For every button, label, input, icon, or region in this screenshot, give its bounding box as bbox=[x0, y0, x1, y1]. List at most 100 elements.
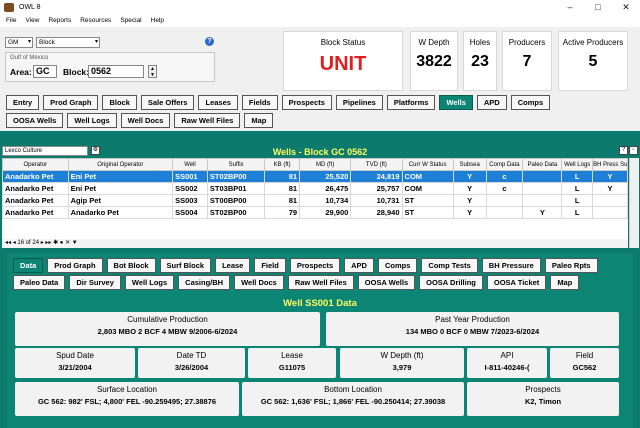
api-label: API bbox=[500, 351, 514, 360]
block-button[interactable]: Block bbox=[102, 95, 137, 110]
col-original-operator[interactable]: Original Operator bbox=[67, 158, 174, 171]
oosa-drilling-button[interactable]: OOSA Drilling bbox=[419, 275, 483, 290]
record-navigator[interactable]: ◂◂ ◂ 16 of 24 ▸ ▸▸ ✱ ● ✕ ▼ bbox=[2, 239, 628, 248]
oosa-wells-button[interactable]: OOSA Wells bbox=[357, 275, 416, 290]
menu-view[interactable]: View bbox=[25, 17, 39, 24]
record-count: 16 of 24 bbox=[17, 240, 40, 246]
map-button[interactable]: Map bbox=[550, 275, 580, 290]
table-row[interactable]: Anadarko Pet Agip Pet SS003 ST00BP00 81 … bbox=[2, 194, 628, 207]
apd-button[interactable]: APD bbox=[344, 258, 374, 273]
raw-well-files-button[interactable]: Raw Well Files bbox=[174, 113, 241, 128]
pipelines-button[interactable]: Pipelines bbox=[335, 95, 383, 110]
field-label: Field bbox=[575, 351, 594, 360]
paleo-rpts-button[interactable]: Paleo Rpts bbox=[544, 258, 598, 273]
prospects-button[interactable]: Prospects bbox=[289, 258, 341, 273]
block-spinner[interactable]: ▲ ▼ bbox=[148, 65, 157, 78]
bot-block-button[interactable]: Bot Block bbox=[106, 258, 156, 273]
prod-graph-button[interactable]: Prod Graph bbox=[43, 95, 99, 110]
help-icon[interactable]: ? bbox=[205, 37, 214, 46]
platforms-button[interactable]: Platforms bbox=[386, 95, 436, 110]
mode-select[interactable]: Block ▾ bbox=[36, 37, 100, 48]
cell bbox=[485, 206, 524, 219]
api-card: API I-811-40246-( bbox=[467, 348, 547, 378]
col-bh-press[interactable]: BH Press Surv bbox=[592, 158, 628, 171]
table-row[interactable]: Anadarko Pet Eni Pet SS002 ST03BP01 81 2… bbox=[2, 182, 628, 195]
oosa-wells-button[interactable]: OOSA Wells bbox=[6, 113, 64, 128]
apd-button[interactable]: APD bbox=[476, 95, 507, 110]
col-paleo-data[interactable]: Paleo Data bbox=[522, 158, 563, 171]
surf-block-button[interactable]: Surf Block bbox=[159, 258, 212, 273]
comps-button[interactable]: Comps bbox=[377, 258, 418, 273]
field-button[interactable]: Field bbox=[254, 258, 286, 273]
well-logs-button[interactable]: Well Logs bbox=[124, 275, 175, 290]
area-select[interactable]: GC bbox=[33, 65, 57, 78]
menu-file[interactable]: File bbox=[6, 17, 16, 24]
block-panel: GM ▾ Block ▾ ? Gulf of Mexico Area: GC Blo… bbox=[0, 27, 640, 131]
menu-reports[interactable]: Reports bbox=[48, 17, 71, 24]
fields-button[interactable]: Fields bbox=[241, 95, 278, 110]
menu-resources[interactable]: Resources bbox=[80, 17, 111, 24]
dir-survey-button[interactable]: Dir Survey bbox=[69, 275, 121, 290]
wells-button[interactable]: Wells bbox=[439, 95, 473, 110]
cell: Eni Pet bbox=[67, 182, 174, 195]
cell: ST03BP01 bbox=[206, 182, 266, 195]
entry-button[interactable]: Entry bbox=[6, 95, 40, 110]
comp-tests-button[interactable]: Comp Tests bbox=[421, 258, 478, 273]
comps-button[interactable]: Comps bbox=[510, 95, 551, 110]
col-well[interactable]: Well bbox=[172, 158, 208, 171]
col-tvd[interactable]: TVD (ft) bbox=[350, 158, 403, 171]
field-value[interactable]: GC562 bbox=[550, 363, 619, 372]
data-button[interactable]: Data bbox=[13, 258, 44, 273]
grid-scrollbar[interactable] bbox=[629, 158, 639, 248]
paleo-data-button[interactable]: Paleo Data bbox=[13, 275, 66, 290]
col-suffix[interactable]: Suffix bbox=[206, 158, 266, 171]
well-docs-button[interactable]: Well Docs bbox=[234, 275, 284, 290]
region-select[interactable]: GM ▾ bbox=[5, 37, 33, 48]
cell: ST02BP00 bbox=[206, 170, 266, 183]
lease-button[interactable]: Lease bbox=[215, 258, 251, 273]
help-icon[interactable]: ? bbox=[619, 146, 628, 155]
leases-button[interactable]: Leases bbox=[198, 95, 238, 110]
sale-offers-button[interactable]: Sale Offers bbox=[140, 95, 195, 110]
detail-nav-row2: Paleo Data Dir Survey Well Logs Casing/B… bbox=[13, 275, 583, 290]
prospects-value[interactable]: K2, Timon bbox=[467, 397, 619, 406]
col-operator[interactable]: Operator bbox=[2, 158, 69, 171]
prod-graph-button[interactable]: Prod Graph bbox=[47, 258, 103, 273]
well-docs-button[interactable]: Well Docs bbox=[120, 113, 171, 128]
col-status[interactable]: Curr W Status bbox=[401, 158, 454, 171]
menu-special[interactable]: Special bbox=[120, 17, 141, 24]
table-row[interactable]: Anadarko Pet Anadarko Pet SS004 ST02BP00… bbox=[2, 206, 628, 219]
cell: 79 bbox=[264, 206, 301, 219]
minimize-button[interactable]: – bbox=[556, 2, 584, 13]
col-well-logs[interactable]: Well Logs bbox=[561, 158, 594, 171]
date-td-card: Date TD 3/26/2004 bbox=[138, 348, 245, 378]
cell: ST02BP00 bbox=[206, 206, 266, 219]
collapse-icon[interactable]: ▫ bbox=[629, 146, 638, 155]
cell: 25,520 bbox=[299, 170, 352, 183]
owl-logo-icon bbox=[4, 2, 14, 12]
menu-bar: File View Reports Resources Special Help bbox=[0, 14, 640, 27]
menu-help[interactable]: Help bbox=[151, 17, 164, 24]
prospects-button[interactable]: Prospects bbox=[281, 95, 332, 110]
table-row[interactable]: Anadarko Pet Eni Pet SS001 ST02BP00 81 2… bbox=[2, 170, 628, 183]
well-logs-button[interactable]: Well Logs bbox=[67, 113, 117, 128]
map-button[interactable]: Map bbox=[244, 113, 274, 128]
cell: SS004 bbox=[172, 206, 208, 219]
lease-label: Lease bbox=[281, 351, 303, 360]
lease-value[interactable]: G11075 bbox=[248, 363, 336, 372]
cell bbox=[522, 182, 563, 195]
bh-pressure-button[interactable]: BH Pressure bbox=[481, 258, 541, 273]
td-label: Date TD bbox=[176, 351, 207, 360]
col-comp-data[interactable]: Comp Data bbox=[485, 158, 524, 171]
maximize-button[interactable]: □ bbox=[584, 2, 612, 13]
chevron-down-icon: ▾ bbox=[94, 39, 98, 45]
active-producers-label: Active Producers bbox=[562, 38, 624, 47]
raw-well-files-button[interactable]: Raw Well Files bbox=[287, 275, 354, 290]
close-button[interactable]: ✕ bbox=[612, 2, 640, 13]
casing-bh-button[interactable]: Casing/BH bbox=[178, 275, 231, 290]
col-subsea[interactable]: Subsea bbox=[452, 158, 487, 171]
oosa-ticket-button[interactable]: OOSA Ticket bbox=[486, 275, 547, 290]
col-md[interactable]: MD (ft) bbox=[299, 158, 352, 171]
col-kb[interactable]: KB (ft) bbox=[264, 158, 301, 171]
block-input[interactable]: 0562 bbox=[88, 65, 144, 78]
